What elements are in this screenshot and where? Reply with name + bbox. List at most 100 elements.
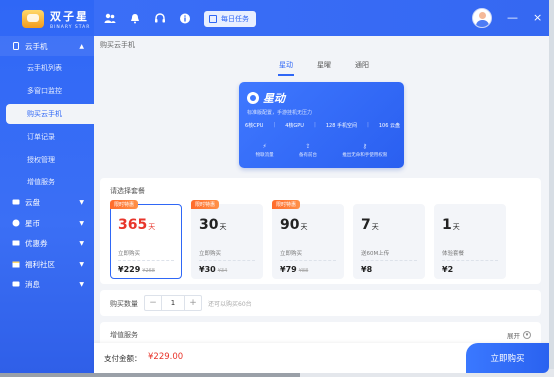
sidebar-group-label: 星币 bbox=[25, 218, 40, 228]
spec-gpu: 4核GPU bbox=[285, 123, 304, 129]
upload-icon: ⇪ bbox=[305, 143, 311, 150]
promo-badge: 限时特惠 bbox=[110, 200, 139, 209]
quantity-hint: 还可以购买60台 bbox=[208, 301, 252, 308]
package-card-365[interactable]: 限时特惠 365天 立即购买 ¥229 ¥268 bbox=[110, 200, 182, 279]
sidebar-item-cloud-phone-list[interactable]: 云手机列表 bbox=[0, 58, 94, 78]
plan-tabs: 星动 星曜 通阳 bbox=[94, 56, 549, 76]
sidebar-group-cloud-phone[interactable]: 云手机 ▲ bbox=[0, 36, 94, 56]
chevron-down-icon: ▼ bbox=[79, 219, 84, 227]
sidebar-group-label: 福利社区 bbox=[25, 259, 55, 269]
sidebar-group-label: 优惠券 bbox=[25, 238, 48, 248]
promo-badge: 限时特惠 bbox=[272, 200, 301, 209]
feature-item: ⚡ 物联流量 bbox=[255, 143, 274, 158]
package-card-7[interactable]: 7天 送60M上传 ¥8 bbox=[353, 204, 425, 279]
users-icon[interactable] bbox=[104, 13, 116, 24]
chevron-up-icon: ▲ bbox=[79, 42, 84, 50]
sidebar-group-label: 消息 bbox=[25, 279, 40, 289]
quantity-plus-button[interactable]: + bbox=[185, 296, 201, 310]
sidebar: 双子星 BINARY STAR 云手机 ▲ 云手机列表 多窗口监控 购买云手机 … bbox=[0, 0, 94, 373]
sidebar-group-cloud-disk[interactable]: 云盘 ▼ bbox=[0, 192, 94, 212]
lightning-icon: ⚡ bbox=[262, 143, 267, 150]
plan-description: 标准版配置，手游挂机无压力 bbox=[247, 110, 313, 116]
expand-label: 展开 bbox=[507, 332, 520, 340]
phone-icon bbox=[12, 42, 20, 50]
package-days: 1天 bbox=[442, 217, 460, 233]
package-section: 请选择套餐 限时特惠 365天 立即购买 ¥229 ¥268 限时特惠 30天 立… bbox=[100, 178, 541, 284]
sidebar-item-orders[interactable]: 订单记录 bbox=[0, 127, 94, 147]
quantity-section: 购买数量 − 1 + 还可以购买60台 bbox=[100, 290, 541, 316]
tab-xingdong[interactable]: 星动 bbox=[278, 60, 294, 76]
package-card-90[interactable]: 限时特惠 90天 立即购买 ¥79 ¥88 bbox=[272, 200, 344, 279]
sidebar-item-multi-window[interactable]: 多窗口监控 bbox=[0, 81, 94, 101]
sidebar-group-label: 云手机 bbox=[25, 41, 48, 51]
chevron-down-icon: ▼ bbox=[79, 260, 84, 268]
plan-title: 星动 bbox=[247, 90, 285, 106]
package-days: 7天 bbox=[361, 217, 379, 233]
payment-label: 支付金额： bbox=[104, 354, 142, 363]
package-subtitle: 立即购买 bbox=[280, 251, 303, 257]
sidebar-group-community[interactable]: 福利社区 ▼ bbox=[0, 254, 94, 274]
sidebar-item-value-added[interactable]: 增值服务 bbox=[0, 172, 94, 192]
headset-icon[interactable] bbox=[154, 13, 166, 24]
quantity-label: 购买数量 bbox=[110, 300, 138, 308]
avatar[interactable] bbox=[472, 8, 492, 28]
sidebar-group-coins[interactable]: 星币 ▼ bbox=[0, 213, 94, 233]
value-added-label: 增值服务 bbox=[110, 331, 138, 339]
quantity-input[interactable]: 1 bbox=[161, 296, 185, 310]
value-added-section: 增值服务 展开 ▾ bbox=[100, 322, 541, 344]
package-subtitle: 体验套餐 bbox=[442, 251, 465, 257]
gift-icon bbox=[12, 260, 20, 268]
tab-tongyang[interactable]: 通阳 bbox=[355, 60, 369, 70]
plan-features: ⚡ 物联流量 ⇪ 备有前台 ⚷ 推出无命和手使用权限 bbox=[243, 143, 400, 158]
spec-cloud-disk: 106 云盘 bbox=[378, 123, 400, 129]
promo-badge: 限时特惠 bbox=[191, 200, 220, 209]
minimize-button[interactable]: — bbox=[507, 11, 518, 25]
quantity-minus-button[interactable]: − bbox=[145, 296, 161, 310]
logo-icon bbox=[22, 10, 44, 28]
tab-xingyao[interactable]: 星曜 bbox=[317, 60, 331, 70]
package-card-30[interactable]: 限时特惠 30天 立即购买 ¥30 ¥34 bbox=[191, 200, 263, 279]
spec-storage: 128 手机空间 bbox=[325, 123, 357, 129]
package-subtitle: 送60M上传 bbox=[361, 251, 390, 257]
bell-icon[interactable] bbox=[129, 13, 141, 24]
expand-button[interactable]: 展开 ▾ bbox=[507, 330, 531, 340]
package-days: 30天 bbox=[199, 217, 227, 233]
app-logo: 双子星 BINARY STAR bbox=[22, 8, 90, 30]
sidebar-item-buy-cloud-phone[interactable]: 购买云手机 bbox=[6, 104, 94, 124]
chevron-down-icon: ▼ bbox=[79, 280, 84, 288]
payment-amount: ¥229.00 bbox=[148, 352, 184, 362]
spec-cpu: 6核CPU bbox=[245, 123, 264, 129]
package-card-1[interactable]: 1天 体验套餐 ¥2 bbox=[434, 204, 506, 279]
package-price: ¥79 ¥88 bbox=[280, 265, 309, 274]
calendar-icon bbox=[209, 15, 217, 23]
sidebar-group-label: 云盘 bbox=[25, 197, 40, 207]
quantity-stepper: − 1 + bbox=[144, 295, 202, 311]
package-subtitle: 立即购买 bbox=[199, 251, 222, 257]
package-subtitle: 立即购买 bbox=[118, 251, 141, 257]
app-window: 双子星 BINARY STAR 云手机 ▲ 云手机列表 多窗口监控 购买云手机 … bbox=[0, 0, 549, 373]
package-section-label: 请选择套餐 bbox=[110, 187, 145, 195]
package-days: 365天 bbox=[118, 217, 156, 233]
buy-now-button[interactable]: 立即购买 bbox=[466, 343, 549, 373]
info-icon[interactable] bbox=[179, 13, 191, 24]
logo-subtitle: BINARY STAR bbox=[50, 25, 91, 30]
key-icon: ⚷ bbox=[362, 143, 368, 150]
daily-task-button[interactable]: 每日任务 bbox=[204, 11, 256, 27]
close-button[interactable]: × bbox=[533, 11, 542, 25]
sidebar-group-coupons[interactable]: 优惠券 ▼ bbox=[0, 233, 94, 253]
package-price: ¥2 bbox=[442, 265, 454, 274]
planet-icon bbox=[247, 92, 259, 104]
package-price: ¥30 ¥34 bbox=[199, 265, 228, 274]
plan-hero-card: 星动 标准版配置，手游挂机无压力 6核CPU | 4核GPU | 128 手机空… bbox=[239, 82, 404, 168]
package-price: ¥229 ¥268 bbox=[118, 265, 155, 274]
coupon-icon bbox=[12, 239, 20, 247]
payment-bar: 支付金额： ¥229.00 立即购买 bbox=[94, 343, 549, 373]
sidebar-group-messages[interactable]: 消息 ▼ bbox=[0, 274, 94, 294]
title-bar: 每日任务 — × bbox=[94, 0, 549, 36]
sidebar-item-authorization[interactable]: 授权管理 bbox=[0, 150, 94, 170]
package-price: ¥8 bbox=[361, 265, 373, 274]
message-icon bbox=[12, 280, 20, 288]
feature-item: ⚷ 推出无命和手使用权限 bbox=[342, 143, 388, 158]
chevron-down-icon: ▼ bbox=[79, 198, 84, 206]
plan-name: 星动 bbox=[263, 92, 285, 105]
